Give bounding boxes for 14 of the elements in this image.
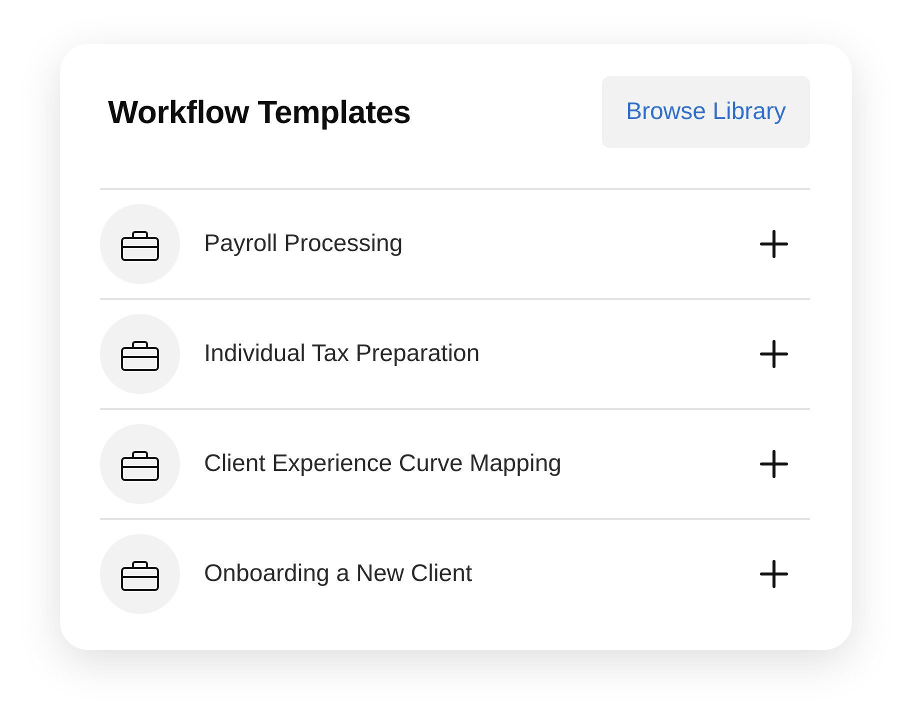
briefcase-icon [100,534,180,614]
plus-icon[interactable] [760,340,788,368]
briefcase-icon [100,204,180,284]
browse-library-button[interactable]: Browse Library [602,76,810,148]
briefcase-icon [100,424,180,504]
template-name: Onboarding a New Client [204,559,474,589]
card-title: Workflow Templates [108,92,411,132]
template-name: Payroll Processing [204,229,404,259]
briefcase-icon [100,314,180,394]
template-name: Client Experience Curve Mapping [204,449,563,479]
template-name: Individual Tax Preparation [204,339,481,369]
plus-icon[interactable] [760,230,788,258]
plus-icon[interactable] [760,560,788,588]
plus-icon[interactable] [760,450,788,478]
